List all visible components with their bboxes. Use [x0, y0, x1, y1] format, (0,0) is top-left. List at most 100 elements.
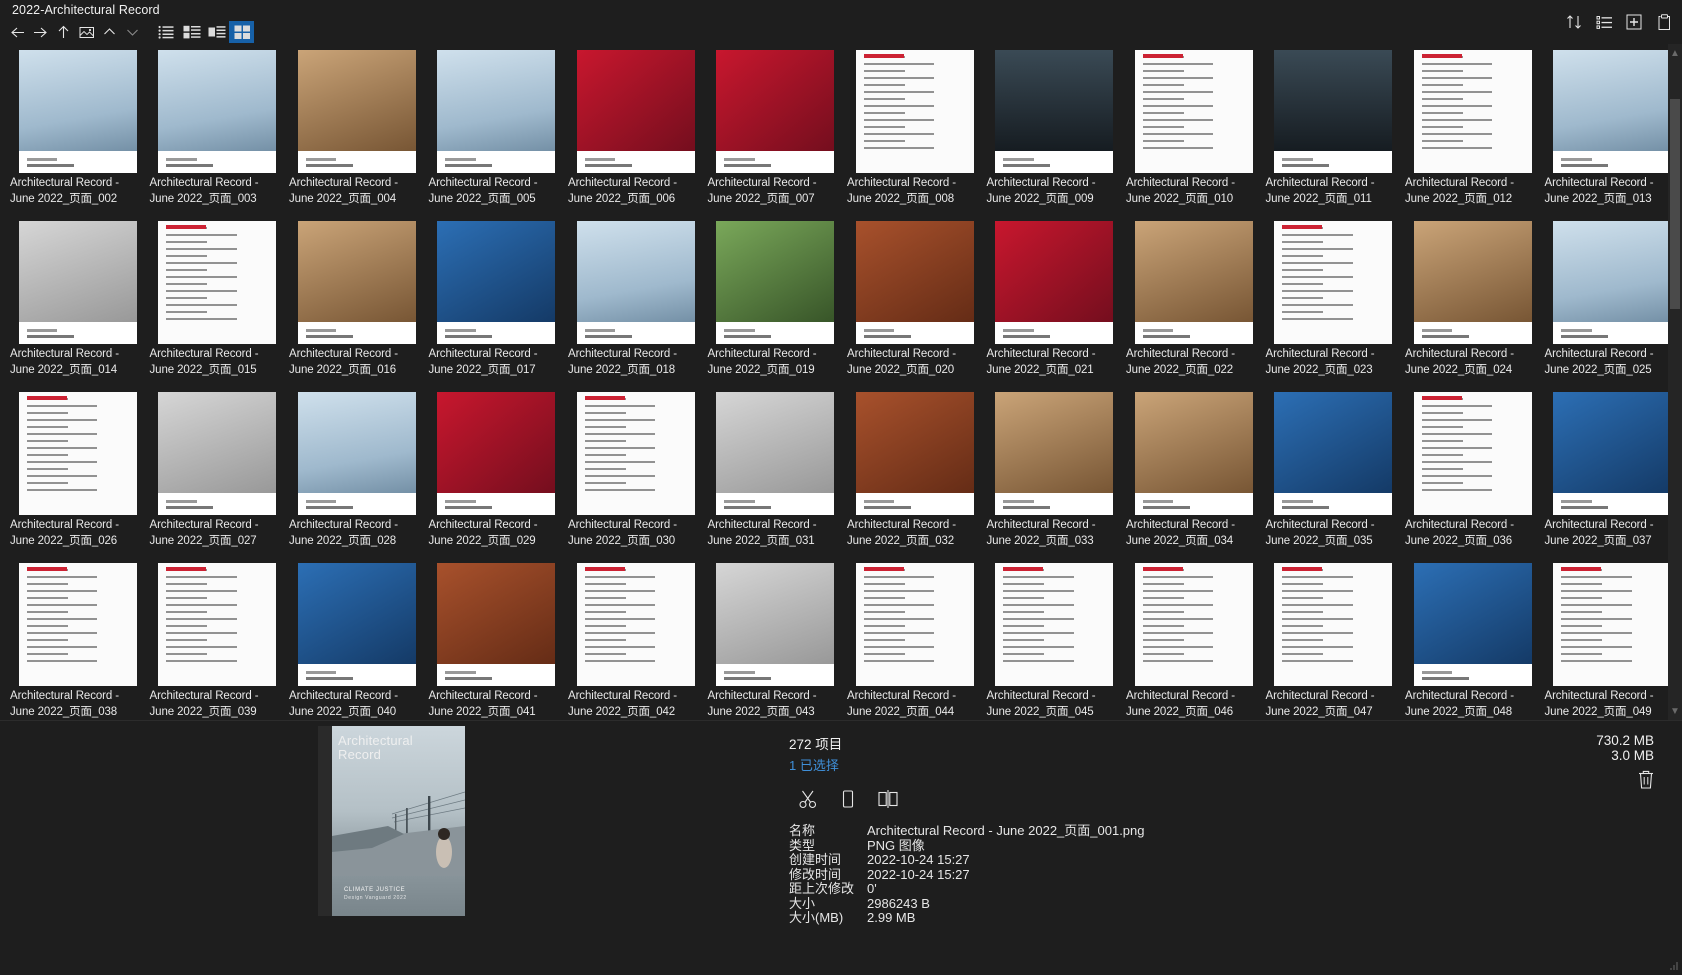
thumbnail-image — [1414, 390, 1532, 517]
sort-arrows-icon[interactable] — [1560, 8, 1588, 36]
grid-item[interactable]: Architectural Record - June 2022_页面_008 — [845, 44, 985, 215]
metadata-key: 修改时间 — [789, 868, 867, 883]
grid-item[interactable]: Architectural Record - June 2022_页面_048 — [1403, 557, 1543, 720]
plus-box-icon[interactable] — [1620, 8, 1648, 36]
thumbnail-grid-area[interactable]: Architectural Record - June 2022_页面_002A… — [0, 44, 1682, 720]
thumbnail-image — [19, 219, 137, 346]
grid-item[interactable]: Architectural Record - June 2022_页面_005 — [427, 44, 567, 215]
grid-item[interactable]: Architectural Record - June 2022_页面_018 — [566, 215, 706, 386]
grid-item[interactable]: Architectural Record - June 2022_页面_037 — [1543, 386, 1682, 557]
preview-image: Architectural Record CLIMATE JUSTICE Des… — [318, 726, 465, 916]
chevron-up-icon[interactable] — [98, 21, 121, 43]
grid-item[interactable]: Architectural Record - June 2022_页面_014 — [8, 215, 148, 386]
grid-item[interactable]: Architectural Record - June 2022_页面_049 — [1543, 557, 1682, 720]
chevron-down-icon[interactable] — [121, 21, 144, 43]
thumbnail-caption: Architectural Record - June 2022_页面_012 — [1403, 175, 1543, 207]
thumbnail-caption: Architectural Record - June 2022_页面_009 — [985, 175, 1125, 207]
grid-item[interactable]: Architectural Record - June 2022_页面_012 — [1403, 44, 1543, 215]
thumbnail-caption: Architectural Record - June 2022_页面_028 — [287, 517, 427, 549]
grid-item[interactable]: Architectural Record - June 2022_页面_022 — [1124, 215, 1264, 386]
chevron-down-icon[interactable]: ▼ — [1668, 702, 1682, 720]
vertical-scrollbar[interactable]: ▲ ▼ — [1668, 44, 1682, 720]
window-title: 2022-Architectural Record — [12, 3, 160, 17]
grid-item[interactable]: Architectural Record - June 2022_页面_004 — [287, 44, 427, 215]
grid-item[interactable]: Architectural Record - June 2022_页面_041 — [427, 557, 567, 720]
grid-item[interactable]: Architectural Record - June 2022_页面_015 — [148, 215, 288, 386]
thumbnail-caption: Architectural Record - June 2022_页面_023 — [1264, 346, 1404, 378]
grid-item[interactable]: Architectural Record - June 2022_页面_017 — [427, 215, 567, 386]
grid-item[interactable]: Architectural Record - June 2022_页面_043 — [706, 557, 846, 720]
metadata-key: 创建时间 — [789, 853, 867, 868]
arrow-left-icon[interactable] — [6, 21, 29, 43]
grid-item[interactable]: Architectural Record - June 2022_页面_027 — [148, 386, 288, 557]
grid-item[interactable]: Architectural Record - June 2022_页面_009 — [985, 44, 1125, 215]
grid-item[interactable]: Architectural Record - June 2022_页面_025 — [1543, 215, 1682, 386]
grid-item[interactable]: Architectural Record - June 2022_页面_047 — [1264, 557, 1404, 720]
grid-item[interactable]: Architectural Record - June 2022_页面_029 — [427, 386, 567, 557]
thumbnail-caption: Architectural Record - June 2022_页面_002 — [8, 175, 148, 207]
grid-item[interactable]: Architectural Record - June 2022_页面_026 — [8, 386, 148, 557]
resize-handle[interactable] — [1657, 958, 1679, 972]
metadata-key: 距上次修改 — [789, 882, 867, 897]
grid-item[interactable]: Architectural Record - June 2022_页面_031 — [706, 386, 846, 557]
preview-pane[interactable]: Architectural Record CLIMATE JUSTICE Des… — [318, 726, 465, 975]
thumbnail-caption: Architectural Record - June 2022_页面_044 — [845, 688, 985, 720]
grid-item[interactable]: Architectural Record - June 2022_页面_039 — [148, 557, 288, 720]
thumbnail-caption: Architectural Record - June 2022_页面_037 — [1543, 517, 1682, 549]
grid-item[interactable]: Architectural Record - June 2022_页面_033 — [985, 386, 1125, 557]
thumbnail-image — [716, 219, 834, 346]
grid-item[interactable]: Architectural Record - June 2022_页面_046 — [1124, 557, 1264, 720]
grid-item[interactable]: Architectural Record - June 2022_页面_030 — [566, 386, 706, 557]
compare-icon[interactable] — [877, 788, 899, 810]
chevron-up-icon[interactable]: ▲ — [1668, 44, 1682, 62]
scissors-icon[interactable] — [797, 788, 819, 810]
folder-image-icon[interactable] — [75, 21, 98, 43]
grid-item[interactable]: Architectural Record - June 2022_页面_020 — [845, 215, 985, 386]
thumbnail-image — [298, 390, 416, 517]
grid-item[interactable]: Architectural Record - June 2022_页面_010 — [1124, 44, 1264, 215]
thumbnail-grid-icon[interactable] — [229, 21, 254, 43]
grid-item[interactable]: Architectural Record - June 2022_页面_019 — [706, 215, 846, 386]
metadata-key: 名称 — [789, 824, 867, 839]
grid-item[interactable]: Architectural Record - June 2022_页面_038 — [8, 557, 148, 720]
grid-item[interactable]: Architectural Record - June 2022_页面_044 — [845, 557, 985, 720]
grid-item[interactable]: Architectural Record - June 2022_页面_006 — [566, 44, 706, 215]
thumbnail-image — [1414, 219, 1532, 346]
clipboard-icon[interactable] — [1650, 8, 1678, 36]
thumbnail-caption: Architectural Record - June 2022_页面_022 — [1124, 346, 1264, 378]
grid-item[interactable]: Architectural Record - June 2022_页面_023 — [1264, 215, 1404, 386]
arrow-right-icon[interactable] — [29, 21, 52, 43]
grid-item[interactable]: Architectural Record - June 2022_页面_011 — [1264, 44, 1404, 215]
grid-item[interactable]: Architectural Record - June 2022_页面_034 — [1124, 386, 1264, 557]
properties-list-icon[interactable] — [1590, 8, 1618, 36]
grid-item[interactable]: Architectural Record - June 2022_页面_016 — [287, 215, 427, 386]
grid-item[interactable]: Architectural Record - June 2022_页面_042 — [566, 557, 706, 720]
scrollbar-thumb[interactable] — [1670, 99, 1680, 309]
grid-item[interactable]: Architectural Record - June 2022_页面_024 — [1403, 215, 1543, 386]
grid-item[interactable]: Architectural Record - June 2022_页面_003 — [148, 44, 288, 215]
thumbnail-caption: Architectural Record - June 2022_页面_035 — [1264, 517, 1404, 549]
grid-item[interactable]: Architectural Record - June 2022_页面_007 — [706, 44, 846, 215]
thumbnail-image — [716, 390, 834, 517]
trash-icon[interactable] — [1636, 769, 1658, 791]
grid-item[interactable]: Architectural Record - June 2022_页面_032 — [845, 386, 985, 557]
detail-view-icon[interactable] — [179, 21, 204, 43]
grid-item[interactable]: Architectural Record - June 2022_页面_035 — [1264, 386, 1404, 557]
selected-count[interactable]: 1 已选择 — [789, 755, 1489, 774]
grid-item[interactable]: Architectural Record - June 2022_页面_013 — [1543, 44, 1682, 215]
list-view-icon[interactable] — [154, 21, 179, 43]
grid-item[interactable]: Architectural Record - June 2022_页面_036 — [1403, 386, 1543, 557]
grid-item[interactable]: Architectural Record - June 2022_页面_045 — [985, 557, 1125, 720]
copy-icon[interactable] — [837, 788, 859, 810]
thumbnail-image — [995, 219, 1113, 346]
grid-item[interactable]: Architectural Record - June 2022_页面_028 — [287, 386, 427, 557]
metadata-key: 大小(MB) — [789, 911, 867, 926]
thumbnail-grid: Architectural Record - June 2022_页面_002A… — [0, 44, 1682, 720]
grid-item[interactable]: Architectural Record - June 2022_页面_002 — [8, 44, 148, 215]
thumbnail-image — [437, 390, 555, 517]
grid-item[interactable]: Architectural Record - June 2022_页面_040 — [287, 557, 427, 720]
arrow-up-icon[interactable] — [52, 21, 75, 43]
tile-view-icon[interactable] — [204, 21, 229, 43]
grid-item[interactable]: Architectural Record - June 2022_页面_021 — [985, 215, 1125, 386]
thumbnail-caption: Architectural Record - June 2022_页面_018 — [566, 346, 706, 378]
